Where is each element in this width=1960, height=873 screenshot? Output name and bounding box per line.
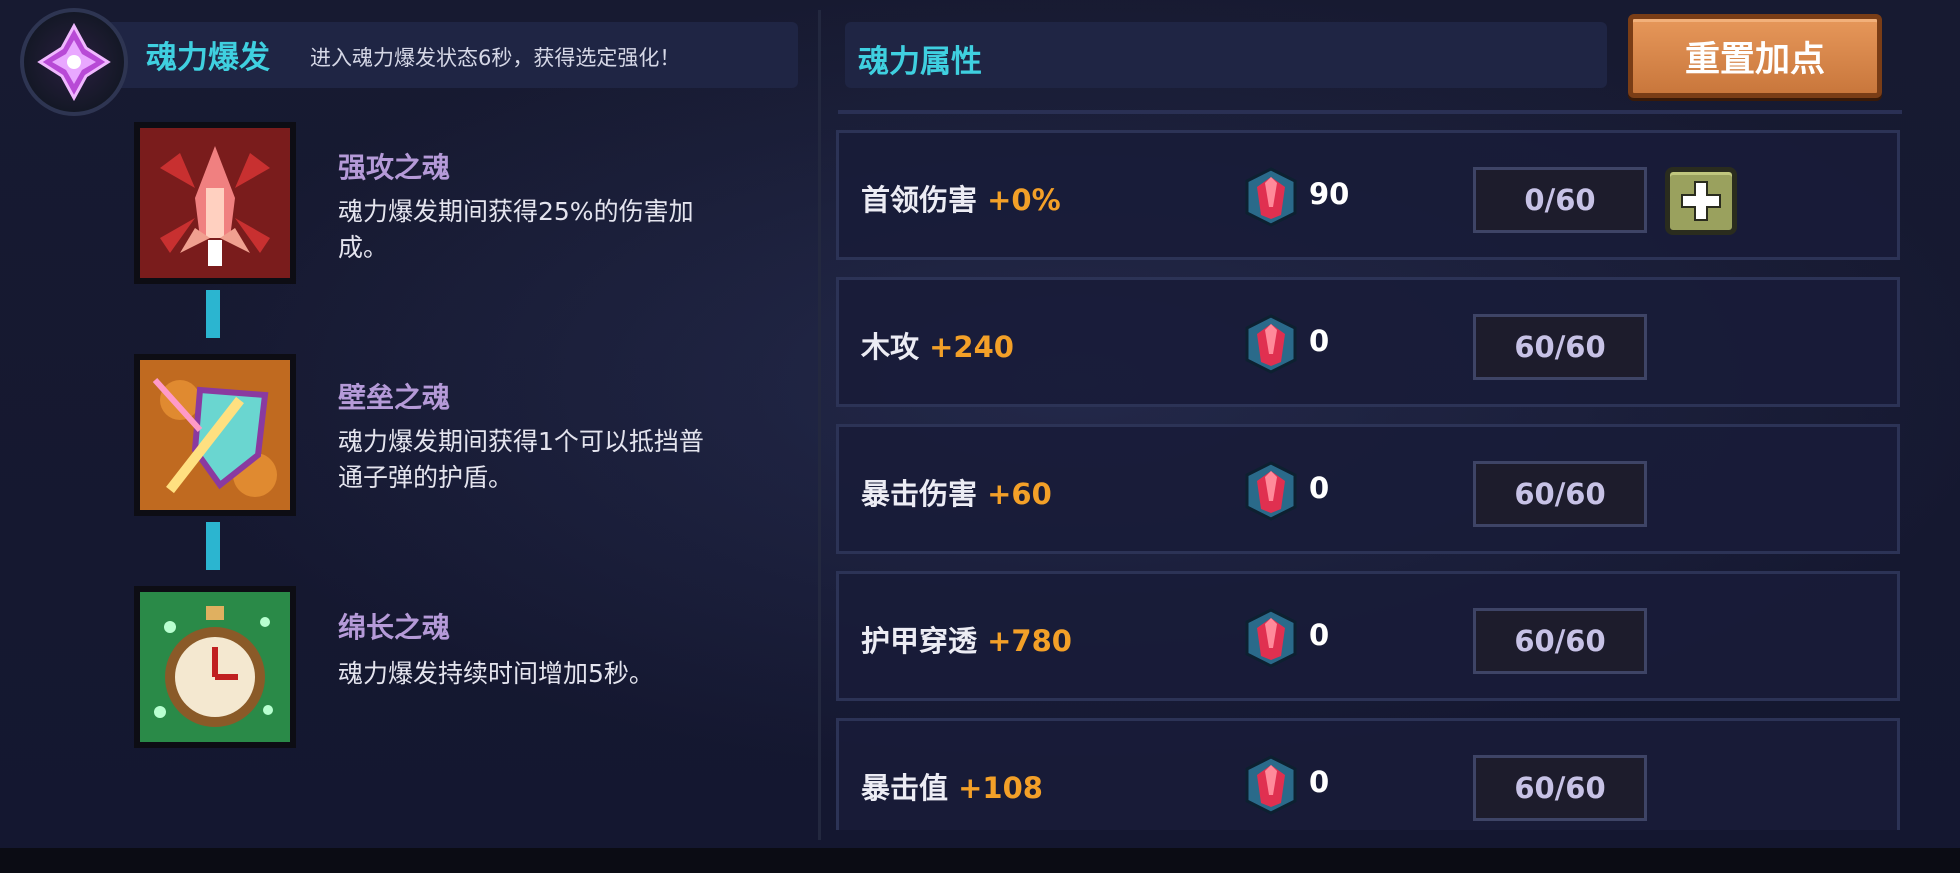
skill-name: 绵长之魂	[338, 611, 451, 644]
attribute-bonus: +0%	[987, 183, 1061, 217]
skill-description: 魂力爆发期间获得25%的伤害加 成。	[338, 194, 778, 266]
attribute-cost: 0	[1309, 765, 1330, 799]
reset-points-button[interactable]: 重置加点	[1628, 14, 1882, 98]
attribute-cost: 0	[1309, 324, 1330, 358]
attribute-bonus: +108	[958, 771, 1043, 805]
soul-crystal-icon	[1245, 314, 1297, 374]
red-rocket-icon[interactable]	[134, 122, 296, 284]
attribute-row-wood-attack: 木攻 +240 0 60/60	[836, 277, 1900, 407]
add-point-button[interactable]	[1665, 167, 1737, 235]
attribute-bonus: +60	[987, 477, 1052, 511]
skill-description-line: 通子弹的护盾。	[338, 463, 514, 492]
list-top-rule	[838, 110, 1902, 114]
attribute-label: 暴击伤害 +60	[861, 471, 1052, 513]
soul-burst-emblem-icon	[20, 8, 128, 116]
skill-description-line: 成。	[338, 233, 389, 262]
attribute-name: 木攻	[861, 330, 920, 364]
soul-crystal-icon	[1245, 461, 1297, 521]
shield-sword-icon[interactable]	[134, 354, 296, 516]
attribute-level: 0/60	[1473, 167, 1647, 233]
attribute-bonus: +240	[929, 330, 1014, 364]
attribute-level: 60/60	[1473, 461, 1647, 527]
burst-title: 魂力爆发	[146, 40, 270, 76]
attribute-label: 首领伤害 +0%	[861, 177, 1061, 219]
attribute-level: 60/60	[1473, 314, 1647, 380]
skill-name: 壁垒之魂	[338, 381, 451, 414]
skill-connector	[206, 290, 220, 338]
bottom-bar	[0, 848, 1960, 873]
attribute-name: 首领伤害	[861, 183, 978, 217]
stopwatch-icon[interactable]	[134, 586, 296, 748]
attribute-level: 60/60	[1473, 755, 1647, 821]
attribute-level: 60/60	[1473, 608, 1647, 674]
attribute-cost: 90	[1309, 177, 1350, 211]
attribute-cost: 0	[1309, 618, 1330, 652]
attribute-name: 暴击值	[861, 771, 949, 805]
attribute-cost: 0	[1309, 471, 1330, 505]
attribute-label: 木攻 +240	[861, 324, 1014, 366]
burst-description: 进入魂力爆发状态6秒，获得选定强化！	[310, 46, 681, 70]
soul-crystal-icon	[1245, 167, 1297, 227]
soul-crystal-icon	[1245, 755, 1297, 815]
skill-description: 魂力爆发持续时间增加5秒。	[338, 656, 778, 692]
attribute-row-crit-damage: 暴击伤害 +60 0 60/60	[836, 424, 1900, 554]
skill-name: 强攻之魂	[338, 151, 451, 184]
skill-description: 魂力爆发期间获得1个可以抵挡普 通子弹的护盾。	[338, 424, 778, 496]
soul-crystal-icon	[1245, 608, 1297, 668]
attribute-bonus: +780	[987, 624, 1072, 658]
plus-icon	[1681, 181, 1721, 221]
attribute-label: 暴击值 +108	[861, 765, 1043, 807]
attribute-row-boss-damage: 首领伤害 +0% 90 0/60	[836, 130, 1900, 260]
attribute-row-crit-value: 暴击值 +108 0 60/60	[836, 718, 1900, 830]
attribute-label: 护甲穿透 +780	[861, 618, 1072, 660]
attribute-name: 护甲穿透	[861, 624, 978, 658]
skill-description-line: 魂力爆发期间获得25%的伤害加	[338, 197, 694, 226]
skill-connector	[206, 522, 220, 570]
panel-divider	[818, 10, 821, 840]
attribute-name: 暴击伤害	[861, 477, 978, 511]
attributes-title: 魂力属性	[858, 44, 982, 80]
skill-description-line: 魂力爆发持续时间增加5秒。	[338, 659, 654, 688]
skill-description-line: 魂力爆发期间获得1个可以抵挡普	[338, 427, 704, 456]
attribute-row-armor-penetration: 护甲穿透 +780 0 60/60	[836, 571, 1900, 701]
